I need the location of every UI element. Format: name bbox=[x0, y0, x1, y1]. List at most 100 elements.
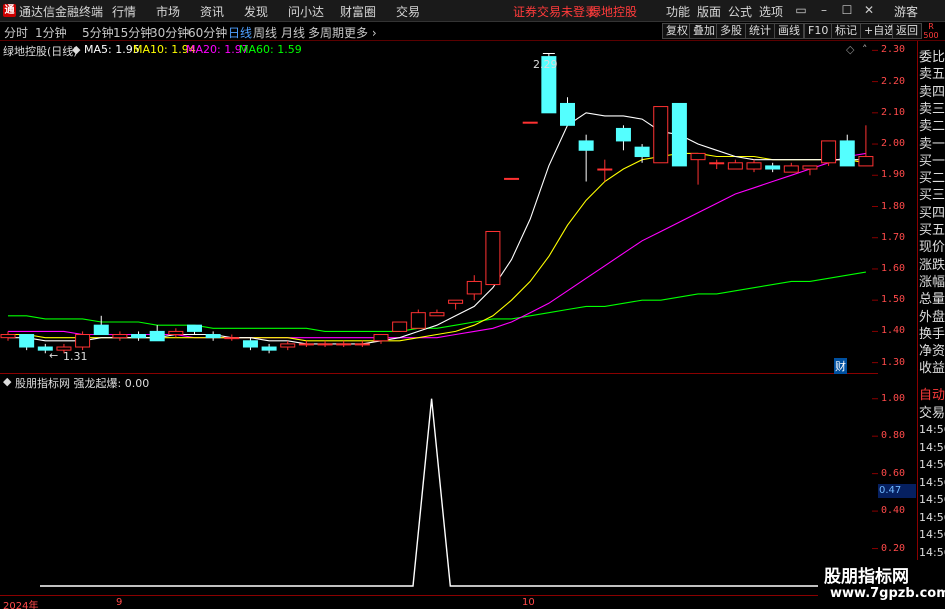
quote-label[interactable]: 现价 bbox=[919, 236, 945, 255]
tab-5min[interactable]: 5分钟 bbox=[82, 24, 114, 41]
quote-label[interactable]: 涨跌 bbox=[919, 254, 945, 273]
price-tick-label: 1.90 bbox=[881, 169, 906, 181]
candle bbox=[373, 334, 389, 342]
user-guest[interactable]: 游客 bbox=[894, 3, 918, 20]
quote-label[interactable]: 外盘 bbox=[919, 306, 945, 325]
price-chart[interactable] bbox=[0, 41, 878, 372]
button-huaxian[interactable]: 画线 bbox=[774, 23, 804, 39]
tick-time: 14:56 bbox=[919, 493, 945, 506]
indicator-tick-label: 1.00 bbox=[881, 392, 906, 404]
quote-label[interactable]: 委比 bbox=[919, 46, 945, 65]
tick-time: 14:56 bbox=[919, 545, 945, 559]
tab-1min[interactable]: 1分钟 bbox=[35, 24, 67, 41]
candle bbox=[727, 162, 743, 170]
quote-label[interactable]: 买四 bbox=[919, 202, 945, 221]
indicator-title: 股朋指标网 强龙起爆: 0.00 bbox=[15, 377, 150, 390]
menu-item-zixun[interactable]: 资讯 bbox=[200, 3, 224, 20]
button-f10[interactable]: F10 bbox=[804, 23, 833, 39]
collapse-icon[interactable]: ˄ bbox=[862, 43, 868, 56]
quote-label[interactable]: 买五 bbox=[919, 219, 945, 238]
candle bbox=[187, 324, 202, 332]
close-icon[interactable]: ✕ bbox=[861, 2, 877, 18]
tab-60min[interactable]: 60分钟 bbox=[188, 24, 227, 41]
candle bbox=[615, 127, 631, 142]
price-tick-label: 1.70 bbox=[881, 231, 906, 243]
menu-item-banmian[interactable]: 版面 bbox=[697, 3, 721, 20]
indicator-tick-label: 0.80 bbox=[881, 430, 906, 442]
tab-monthly[interactable]: 月线 bbox=[281, 24, 305, 41]
ma5-line bbox=[8, 112, 866, 345]
candle bbox=[410, 312, 426, 329]
minimize-icon[interactable]: – bbox=[816, 2, 832, 18]
candle bbox=[504, 177, 520, 180]
quote-label[interactable]: 买二 bbox=[919, 167, 945, 186]
candle bbox=[93, 324, 109, 336]
window-icon[interactable]: ▭ bbox=[793, 2, 809, 18]
diamond-icon[interactable]: ◇ bbox=[846, 43, 854, 56]
menu-item-gongneng[interactable]: 功能 bbox=[666, 3, 690, 20]
price-tick-label: 2.30 bbox=[881, 44, 906, 56]
menu-item-caifuquan[interactable]: 财富圈 bbox=[340, 3, 376, 20]
trade-login-status[interactable]: 证券交易未登录 bbox=[513, 3, 597, 20]
menu-item-wenxiaoda[interactable]: 问小达 bbox=[288, 3, 324, 20]
button-duogu[interactable]: 多股 bbox=[716, 23, 746, 39]
candle bbox=[709, 162, 725, 165]
candle bbox=[392, 321, 408, 332]
price-tick-label: 1.40 bbox=[881, 325, 906, 337]
quote-label[interactable]: 卖一 bbox=[919, 133, 945, 152]
tab-fenshi[interactable]: 分时 bbox=[4, 24, 28, 41]
tab-daily[interactable]: 日线 bbox=[228, 24, 252, 41]
quote-label[interactable]: 总量 bbox=[919, 288, 945, 307]
indicator-toggle-icon[interactable]: ◆ bbox=[3, 375, 11, 388]
tab-weekly[interactable]: 周线 bbox=[253, 24, 277, 41]
menu-item-faxian[interactable]: 发现 bbox=[244, 3, 268, 20]
candle bbox=[149, 330, 165, 342]
quote-label[interactable]: 卖三 bbox=[919, 98, 945, 117]
candle bbox=[429, 312, 445, 317]
tab-multi-period[interactable]: 多周期 bbox=[308, 24, 344, 41]
candle bbox=[560, 102, 575, 126]
menu-item-shichang[interactable]: 市场 bbox=[156, 3, 180, 20]
menu-item-xuanxiang[interactable]: 选项 bbox=[759, 3, 783, 20]
menu-item-hangqing[interactable]: 行情 bbox=[112, 3, 136, 20]
candle bbox=[466, 280, 482, 295]
quote-label[interactable]: 卖二 bbox=[919, 115, 945, 134]
tick-time: 14:56 bbox=[919, 458, 945, 471]
candle bbox=[578, 140, 594, 151]
indicator-chart[interactable] bbox=[0, 374, 878, 594]
quote-label[interactable]: 卖五 bbox=[919, 63, 945, 82]
trade-mode-label[interactable]: 自动 bbox=[919, 384, 945, 403]
quote-label[interactable]: 涨幅 bbox=[919, 271, 945, 290]
trade-mode-label[interactable]: 交易 bbox=[919, 402, 945, 421]
tick-time: 14:56 bbox=[919, 440, 945, 454]
tab-30min[interactable]: 30分钟 bbox=[150, 24, 189, 41]
button-diejia[interactable]: 叠加 bbox=[689, 23, 719, 39]
tab-more[interactable]: 更多 › bbox=[344, 24, 377, 41]
quote-label[interactable]: 换手 bbox=[919, 323, 945, 342]
button-biaoji[interactable]: 标记 bbox=[831, 23, 861, 39]
price-tick-label: 1.80 bbox=[881, 200, 906, 212]
current-stock-name: 绿地控股 bbox=[589, 5, 638, 19]
quote-label[interactable]: 买三 bbox=[919, 184, 945, 203]
menu-item-jiaoyi[interactable]: 交易 bbox=[396, 3, 420, 20]
menu-item-gongshi[interactable]: 公式 bbox=[728, 3, 752, 20]
quote-label[interactable]: 买一 bbox=[919, 150, 945, 169]
price-tick-label: 2.00 bbox=[881, 138, 906, 150]
price-tick-label: 2.20 bbox=[881, 75, 906, 87]
finance-badge[interactable]: 财 bbox=[834, 358, 847, 374]
tab-15min[interactable]: 15分钟 bbox=[113, 24, 152, 41]
quote-label[interactable]: 净资 bbox=[919, 340, 945, 359]
maximize-icon[interactable]: ☐ bbox=[839, 2, 855, 18]
candle bbox=[597, 168, 613, 171]
candle bbox=[168, 330, 184, 336]
candle bbox=[858, 156, 874, 167]
settings-gear-icon[interactable]: ◆ bbox=[72, 43, 80, 56]
price-tick-label: 2.10 bbox=[881, 106, 906, 118]
quote-label[interactable]: 收益 bbox=[919, 357, 945, 376]
quote-label[interactable]: 卖四 bbox=[919, 81, 945, 100]
button-tongji[interactable]: 统计 bbox=[745, 23, 775, 39]
button-fuquan[interactable]: 复权 bbox=[662, 23, 692, 39]
candle bbox=[112, 334, 128, 339]
indicator-tick-label: 0.20 bbox=[881, 542, 906, 554]
candle bbox=[634, 146, 650, 158]
